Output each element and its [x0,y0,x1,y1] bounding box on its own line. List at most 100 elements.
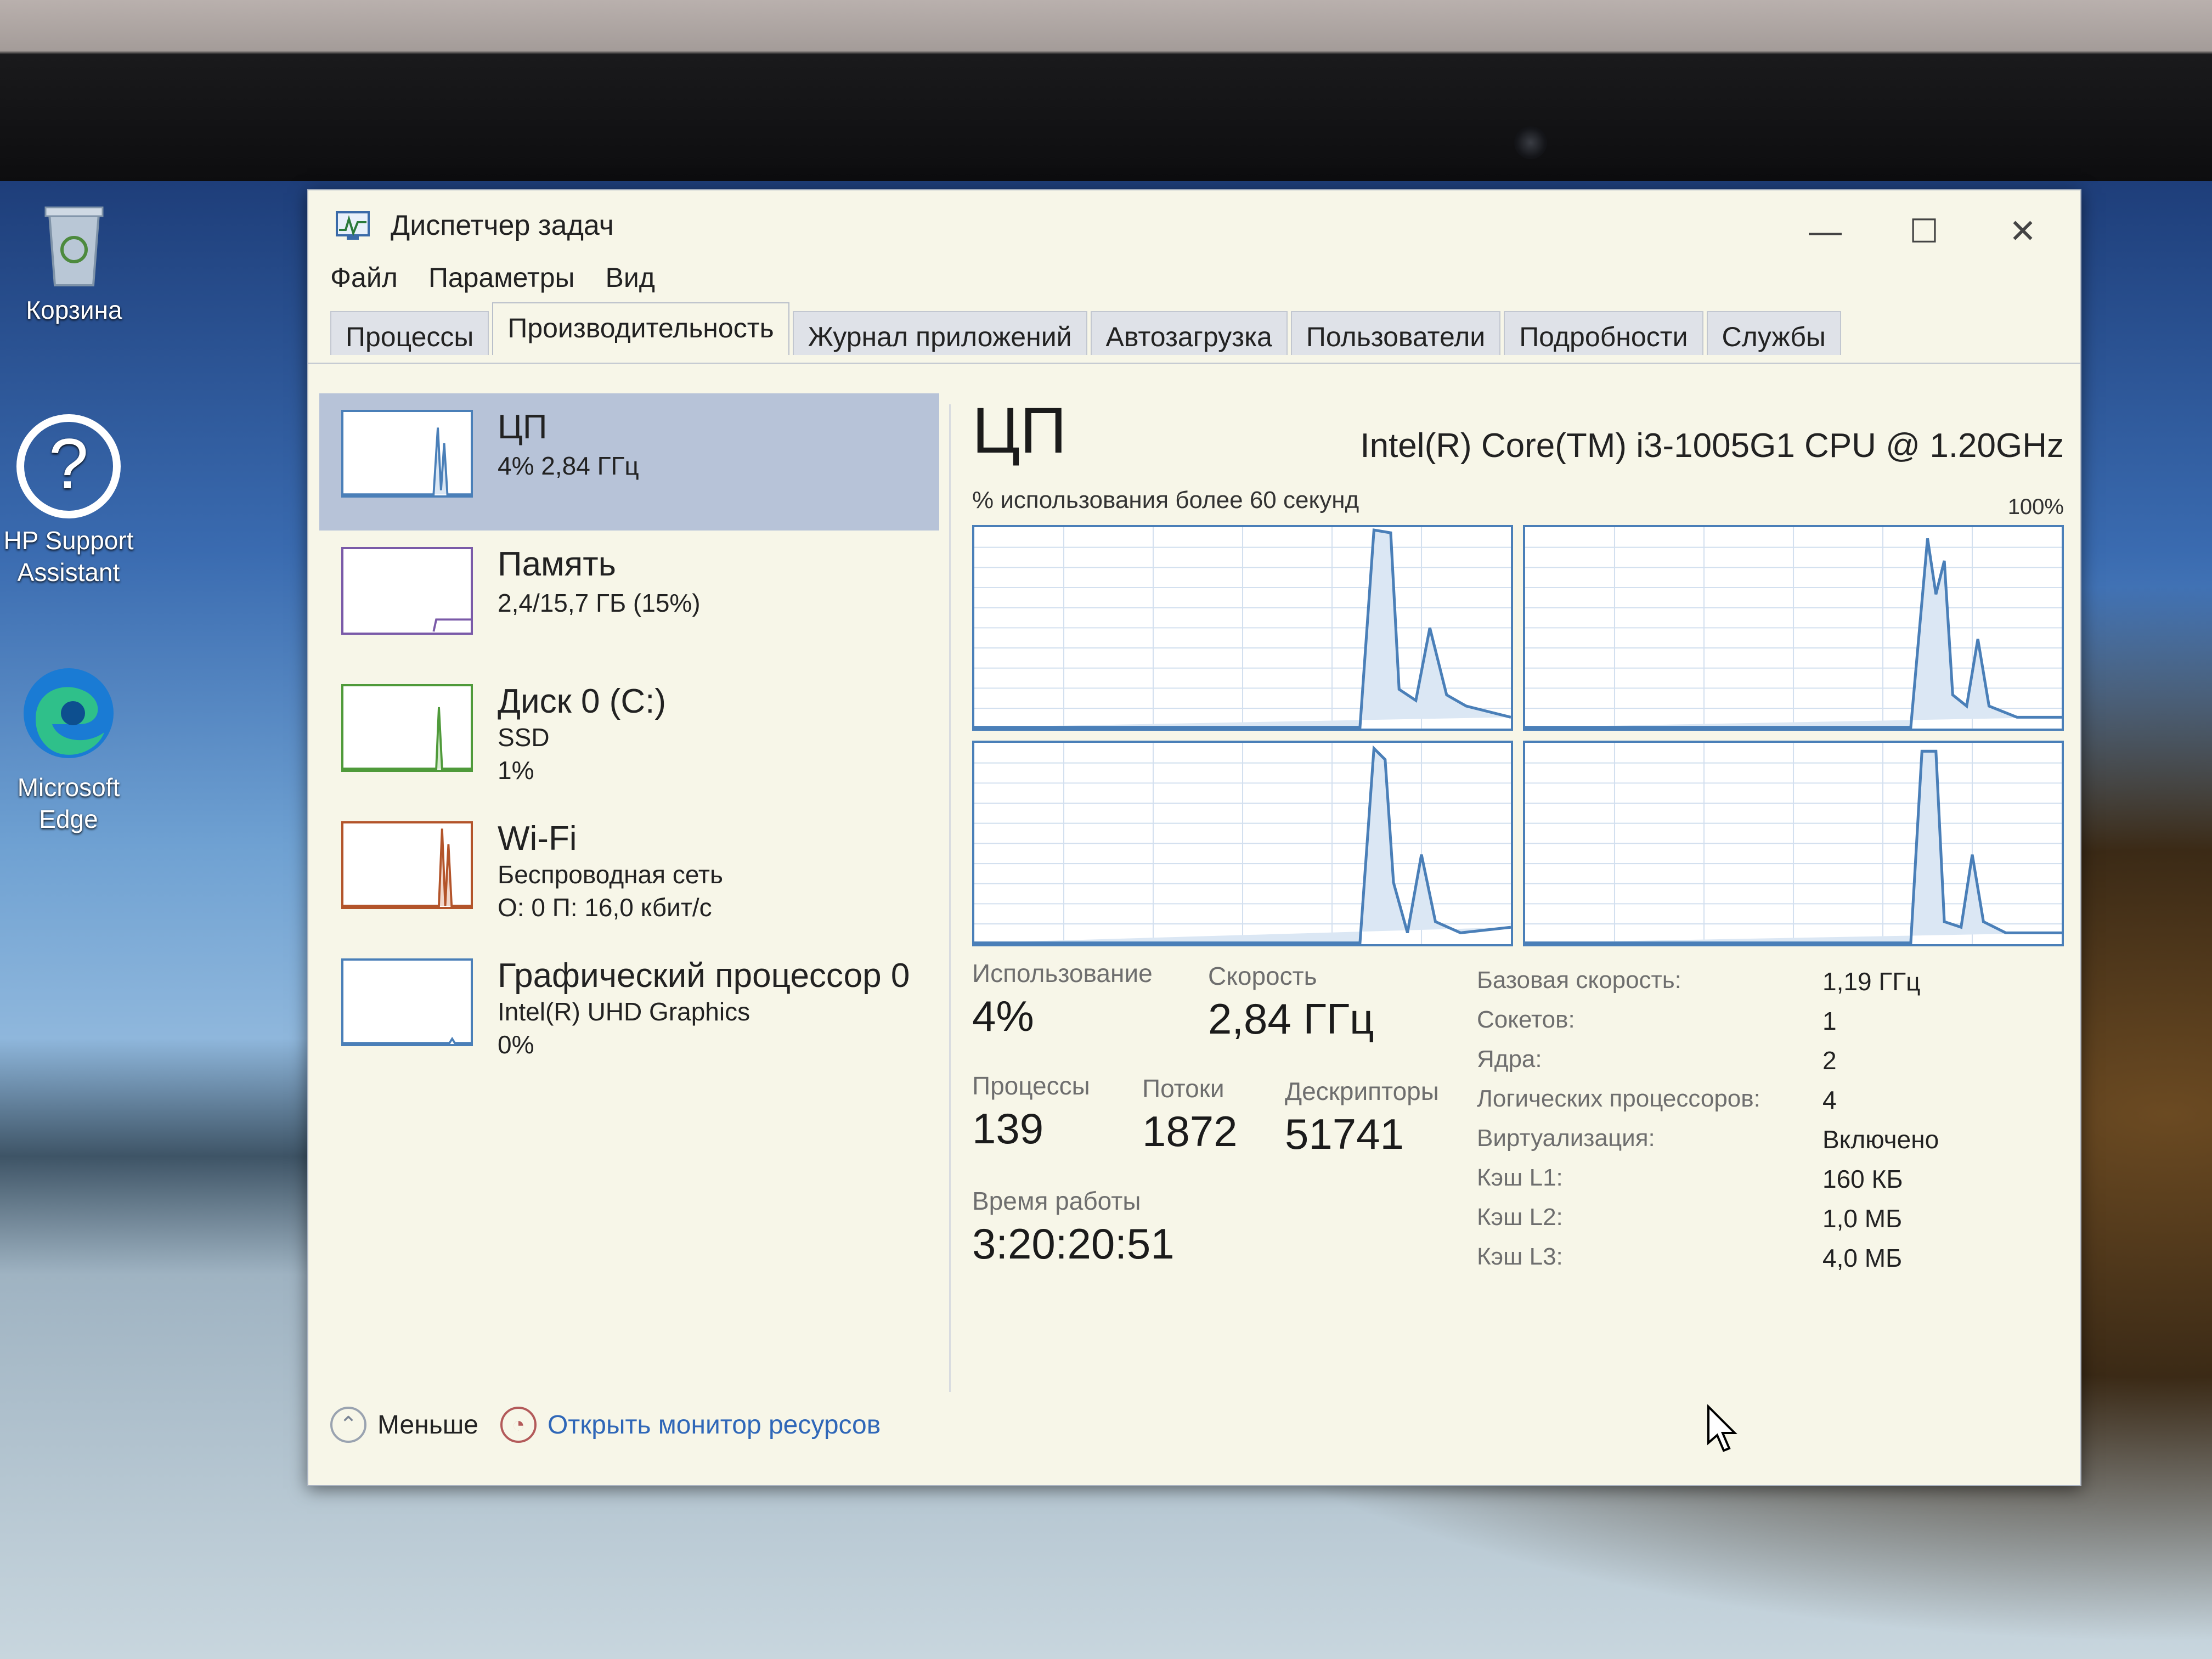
spec-label: Ядра: [1477,1046,1542,1073]
chevron-up-icon: ⌃ [330,1407,366,1443]
tab-strip: Процессы Производительность Журнал прило… [330,302,1841,364]
handles-label: Дескрипторы [1285,1077,1439,1105]
task-manager-icon [336,211,370,240]
sidebar-gpu-usage: 0% [498,1030,534,1059]
desktop-icon-label: Корзина [26,296,122,324]
menu-view[interactable]: Вид [605,262,654,306]
tab-performance[interactable]: Производительность [492,302,789,355]
spec-label: Кэш L2: [1477,1204,1563,1231]
task-manager-window: Диспетчер задач — ☐ ✕ Файл Параметры Вид… [307,189,2081,1486]
tab-details[interactable]: Подробности [1504,311,1703,355]
resource-sidebar: ЦП 4% 2,84 ГГц Память 2,4/15,7 ГБ (15%) … [319,393,939,1436]
resource-monitor-icon: ◔ [500,1407,537,1443]
menu-bar: Файл Параметры Вид [330,262,655,306]
resource-monitor-label: Открыть монитор ресурсов [547,1410,881,1440]
panel-splitter[interactable] [949,404,951,1392]
sidebar-gpu-title: Графический процессор 0 [498,957,910,995]
graph-caption: % использования более 60 секунд [972,487,1359,514]
title-bar[interactable]: Диспетчер задач — ☐ ✕ [308,190,2080,262]
uptime-value: 3:20:20:51 [972,1220,1175,1268]
sidebar-cpu-usage: 4% 2,84 ГГц [498,452,639,480]
tab-processes[interactable]: Процессы [330,311,489,355]
sidebar-item-memory[interactable]: Память 2,4/15,7 ГБ (15%) [319,531,939,668]
sidebar-disk-type: SSD [498,723,550,752]
spec-value: 1 [1822,1007,1837,1035]
spec-value: 160 КБ [1822,1165,1903,1193]
sidebar-item-cpu[interactable]: ЦП 4% 2,84 ГГц [319,393,939,531]
cpu-graph-2 [972,740,1513,946]
handles-value: 51741 [1285,1110,1404,1158]
spec-label: Виртуализация: [1477,1125,1655,1152]
edge-icon [24,668,114,758]
sidebar-item-gpu[interactable]: Графический процессор 0 Intel(R) UHD Gra… [319,942,939,1079]
window-title: Диспетчер задач [391,210,614,241]
spec-value: 4,0 МБ [1822,1244,1903,1272]
usage-label: Использование [972,959,1153,988]
cpu-thumbnail [341,410,473,498]
minimize-button[interactable]: — [1806,212,1844,251]
spec-label: Сокетов: [1477,1006,1575,1033]
open-resource-monitor-link[interactable]: ◔ Открыть монитор ресурсов [500,1407,881,1443]
memory-thumbnail [341,547,473,635]
spec-value: Включено [1822,1125,1939,1154]
tab-users[interactable]: Пользователи [1290,311,1501,355]
desktop-icon-edge[interactable]: Microsoft Edge [0,658,148,835]
sidebar-cpu-title: ЦП [498,408,548,446]
sidebar-item-disk[interactable]: Диск 0 (C:) SSD 1% [319,668,939,805]
desktop-icon-label: Microsoft Edge [17,773,120,833]
threads-value: 1872 [1142,1107,1238,1155]
speed-label: Скорость [1208,962,1317,990]
wifi-thumbnail [341,821,473,909]
gpu-thumbnail [341,958,473,1046]
menu-file[interactable]: Файл [330,262,398,306]
sidebar-memory-title: Память [498,545,616,583]
spec-label: Кэш L1: [1477,1164,1563,1191]
help-icon: ? [16,414,121,518]
spec-value: 4 [1822,1086,1837,1114]
cpu-heading: ЦП [972,394,1067,467]
graph-max-label: 100% [2007,495,2064,519]
spec-value: 2 [1822,1046,1837,1075]
fewer-details-button[interactable]: ⌃ Меньше [330,1407,478,1443]
sidebar-item-wifi[interactable]: Wi-Fi Беспроводная сеть О: 0 П: 16,0 кби… [319,805,939,942]
menu-options[interactable]: Параметры [428,262,575,306]
sidebar-disk-usage: 1% [498,756,534,785]
processes-label: Процессы [972,1071,1090,1100]
cpu-model: Intel(R) Core(TM) i3-1005G1 CPU @ 1.20GH… [1360,427,2064,465]
sidebar-wifi-type: Беспроводная сеть [498,860,723,889]
maximize-button[interactable]: ☐ [1905,212,1943,251]
threads-label: Потоки [1142,1074,1224,1103]
desktop-icon-recycle-bin[interactable]: Корзина [0,198,154,326]
cpu-graph-1 [1523,525,2064,731]
sidebar-gpu-model: Intel(R) UHD Graphics [498,997,751,1026]
spec-label: Базовая скорость: [1477,967,1681,994]
spec-value: 1,19 ГГц [1822,967,1921,996]
processes-value: 139 [972,1104,1044,1153]
cpu-graph-3 [1523,740,2064,946]
spec-label: Кэш L3: [1477,1243,1563,1270]
spec-value: 1,0 МБ [1822,1204,1903,1233]
svg-text:?: ? [49,424,88,504]
mouse-cursor-icon [1707,1404,1737,1452]
sidebar-wifi-title: Wi-Fi [498,820,577,857]
footer: ⌃ Меньше ◔ Открыть монитор ресурсов [330,1397,881,1452]
webcam [1514,126,1547,159]
cpu-graph-0 [972,525,1513,731]
usage-value: 4% [972,992,1034,1040]
sidebar-wifi-throughput: О: 0 П: 16,0 кбит/с [498,893,712,922]
tab-app-history[interactable]: Журнал приложений [792,311,1087,355]
fewer-details-label: Меньше [377,1410,478,1440]
tab-services[interactable]: Службы [1706,311,1841,355]
laptop-bezel [0,0,2212,181]
sidebar-memory-usage: 2,4/15,7 ГБ (15%) [498,589,701,617]
disk-thumbnail [341,684,473,772]
tab-startup[interactable]: Автозагрузка [1090,311,1288,355]
speed-value: 2,84 ГГц [1208,995,1374,1043]
sidebar-disk-title: Диск 0 (C:) [498,682,666,720]
logical-processor-graphs [972,525,2064,946]
desktop-icon-hp-support[interactable]: ? HP Support Assistant [0,411,148,588]
cpu-detail-panel: ЦП Intel(R) Core(TM) i3-1005G1 CPU @ 1.2… [972,393,2064,1436]
desktop-icon-label: HP Support Assistant [3,526,134,586]
recycle-bin-icon [44,206,104,286]
close-button[interactable]: ✕ [2004,212,2042,251]
